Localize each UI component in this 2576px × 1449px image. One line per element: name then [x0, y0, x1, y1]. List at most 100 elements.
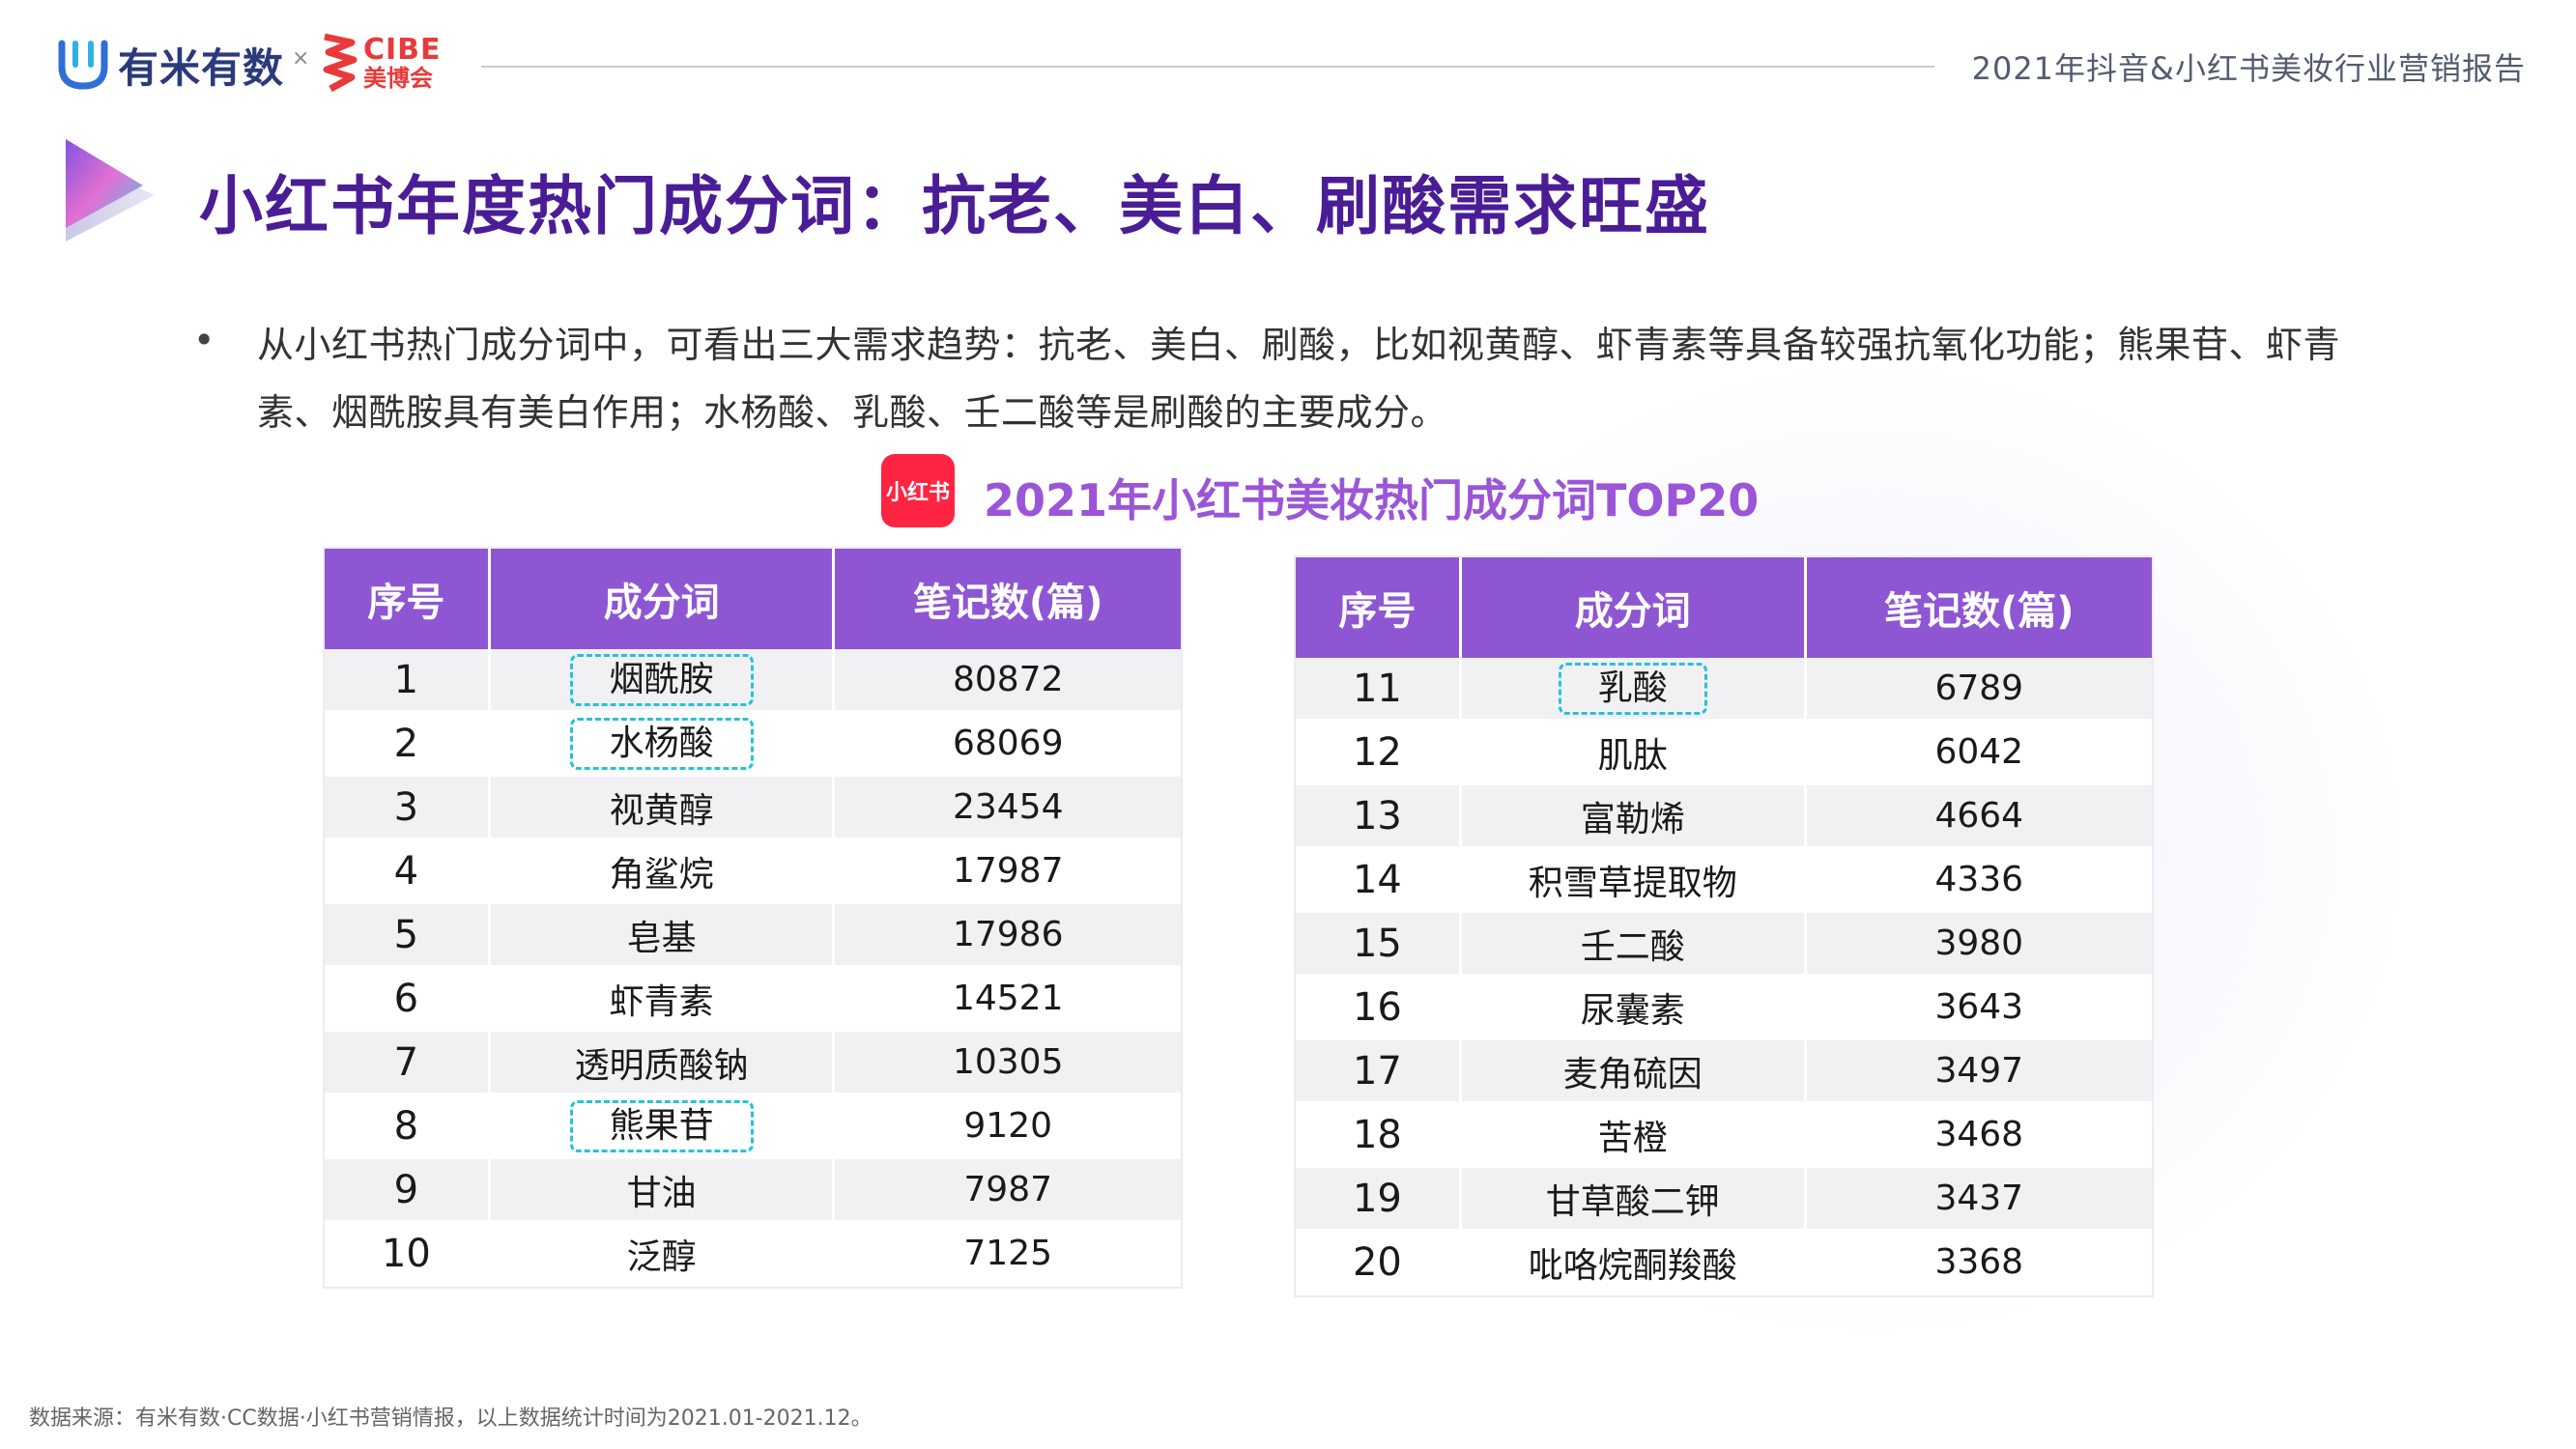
bullet-dot: • [193, 319, 215, 361]
table-row: 10 泛醇 7125 [325, 1221, 1181, 1287]
cibe-logo: CIBE 美博会 [319, 29, 442, 97]
table-row: 15 壬二酸 3980 [1296, 911, 2152, 977]
xiaohongshu-logo: 小红书 [881, 454, 955, 527]
notes-count-cell: 4336 [1805, 847, 2152, 913]
notes-count-cell: 17986 [833, 902, 1181, 968]
notes-count-cell: 3468 [1805, 1102, 2152, 1168]
term-cell: 虾青素 [489, 966, 836, 1032]
header-divider [481, 66, 1934, 68]
table-row: 16 尿囊素 3643 [1296, 975, 2152, 1040]
term-cell: 麦角硫因 [1460, 1038, 1807, 1104]
report-title: 2021年抖音&小红书美妆行业营销报告 [1971, 50, 2526, 87]
rank-cell: 13 [1296, 783, 1462, 849]
table-row: 2 水杨酸 68069 [325, 711, 1181, 777]
rank-cell: 18 [1296, 1102, 1462, 1168]
rank-cell: 19 [1296, 1166, 1462, 1232]
table-row: 4 角鲨烷 17987 [325, 838, 1181, 904]
rank-cell: 15 [1296, 911, 1462, 977]
term-text: 虾青素 [609, 981, 714, 1022]
youmi-logo-icon [58, 40, 108, 90]
rank-cell: 20 [1296, 1230, 1462, 1295]
term-text: 肌肽 [1597, 735, 1668, 776]
column-header-rank: 序号 [325, 549, 491, 649]
rank-cell: 2 [325, 711, 491, 777]
term-cell: 水杨酸 [489, 711, 836, 777]
highlighted-term: 乳酸 [1558, 662, 1707, 715]
table-row: 20 吡咯烷酮羧酸 3368 [1296, 1230, 2152, 1295]
table-row: 8 熊果苷 9120 [325, 1094, 1181, 1159]
notes-count-cell: 10305 [833, 1030, 1181, 1095]
highlighted-term: 水杨酸 [569, 717, 754, 770]
term-cell: 苦橙 [1460, 1102, 1807, 1168]
term-text: 甘油 [626, 1173, 697, 1213]
notes-count-cell: 3368 [1805, 1230, 2152, 1295]
cibe-logo-icon [323, 33, 358, 93]
term-cell: 尿囊素 [1460, 975, 1807, 1040]
notes-count-cell: 3980 [1805, 911, 2152, 977]
table-row: 11 乳酸 6789 [1296, 658, 2152, 722]
table-header-row: 序号 成分词 笔记数(篇) [1296, 557, 2152, 658]
column-header-rank: 序号 [1296, 557, 1462, 658]
notes-count-cell: 7125 [833, 1221, 1181, 1287]
table-row: 7 透明质酸钠 10305 [325, 1030, 1181, 1095]
notes-count-cell: 7987 [833, 1157, 1181, 1223]
term-cell: 积雪草提取物 [1460, 847, 1807, 913]
table-row: 6 虾青素 14521 [325, 966, 1181, 1032]
term-cell: 壬二酸 [1460, 911, 1807, 977]
rank-cell: 9 [325, 1157, 491, 1223]
term-cell: 肌肽 [1460, 720, 1807, 785]
term-cell: 视黄醇 [489, 775, 836, 840]
rank-cell: 10 [325, 1221, 491, 1287]
rank-cell: 3 [325, 775, 491, 840]
term-cell: 皂基 [489, 902, 836, 968]
term-text: 麦角硫因 [1562, 1054, 1703, 1094]
term-text: 积雪草提取物 [1528, 863, 1737, 903]
rank-cell: 1 [325, 649, 491, 713]
term-text: 苦橙 [1597, 1118, 1668, 1158]
term-text: 甘草酸二钾 [1545, 1181, 1720, 1222]
rank-cell: 11 [1296, 658, 1462, 722]
ranking-table-left: 序号 成分词 笔记数(篇) 1 烟酰胺 80872 2 水杨酸 68069 3 视黄醇 2345… [325, 549, 1181, 1287]
highlighted-term: 熊果苷 [569, 1099, 754, 1152]
table-row: 1 烟酰胺 80872 [325, 649, 1181, 713]
notes-count-cell: 23454 [833, 775, 1181, 840]
term-text: 泛醇 [626, 1236, 697, 1277]
rank-cell: 7 [325, 1030, 491, 1095]
rank-cell: 6 [325, 966, 491, 1032]
term-text: 尿囊素 [1580, 990, 1685, 1031]
page-title: 小红书年度热门成分词：抗老、美白、刷酸需求旺盛 [199, 169, 1710, 243]
table-row: 9 甘油 7987 [325, 1157, 1181, 1223]
notes-count-cell: 3437 [1805, 1166, 2152, 1232]
term-cell: 甘油 [489, 1157, 836, 1223]
ranking-table-right: 序号 成分词 笔记数(篇) 11 乳酸 6789 12 肌肽 6042 13 富勒烯 4664 1… [1296, 557, 2152, 1295]
table-body: 11 乳酸 6789 12 肌肽 6042 13 富勒烯 4664 14 积雪草提取物 4336 15 壬… [1296, 658, 2152, 1295]
term-cell: 透明质酸钠 [489, 1030, 836, 1095]
term-cell: 角鲨烷 [489, 838, 836, 904]
table-row: 12 肌肽 6042 [1296, 720, 2152, 785]
table-body: 1 烟酰胺 80872 2 水杨酸 68069 3 视黄醇 23454 4 角鲨烷 17987 5 皂基 1… [325, 649, 1181, 1287]
column-header-notes: 笔记数(篇) [1805, 557, 2152, 658]
notes-count-cell: 3643 [1805, 975, 2152, 1040]
table-row: 13 富勒烯 4664 [1296, 783, 2152, 849]
notes-count-cell: 4664 [1805, 783, 2152, 849]
notes-count-cell: 80872 [833, 649, 1181, 713]
logo-separator: × [292, 46, 310, 71]
rank-cell: 17 [1296, 1038, 1462, 1104]
table-header-row: 序号 成分词 笔记数(篇) [325, 549, 1181, 649]
term-text: 皂基 [626, 918, 697, 958]
table-row: 19 甘草酸二钾 3437 [1296, 1166, 2152, 1232]
term-cell: 熊果苷 [489, 1094, 836, 1159]
term-text: 视黄醇 [609, 790, 714, 831]
term-cell: 吡咯烷酮羧酸 [1460, 1230, 1807, 1295]
term-cell: 甘草酸二钾 [1460, 1166, 1807, 1232]
term-text: 角鲨烷 [609, 854, 714, 895]
xiaohongshu-logo-text: 小红书 [885, 481, 950, 505]
cibe-brand-cn: 美博会 [363, 65, 433, 92]
header: 有米有数 × CIBE 美博会 2021年抖音&小红书美妆行业营销报告 [0, 0, 2576, 126]
description-text: 从小红书热门成分词中，可看出三大需求趋势：抗老、美白、刷酸，比如视黄醇、虾青素等… [257, 324, 2341, 434]
rank-cell: 8 [325, 1094, 491, 1159]
youmi-logo: 有米有数 [56, 33, 284, 97]
rank-cell: 5 [325, 902, 491, 968]
play-triangle-icon [66, 139, 155, 242]
table-row: 18 苦橙 3468 [1296, 1102, 2152, 1168]
